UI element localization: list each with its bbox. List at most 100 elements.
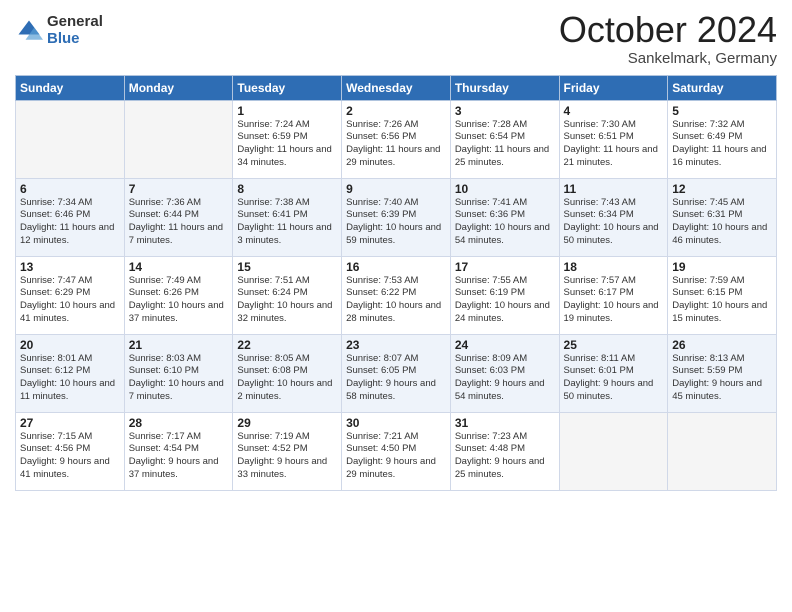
day-info: Sunrise: 7:30 AMSunset: 6:51 PMDaylight:… (564, 119, 664, 170)
day-info: Sunrise: 7:26 AMSunset: 6:56 PMDaylight:… (346, 119, 446, 170)
day-info: Sunrise: 8:05 AMSunset: 6:08 PMDaylight:… (237, 353, 337, 404)
logo: General Blue (15, 14, 103, 47)
day-info: Sunrise: 7:23 AMSunset: 4:48 PMDaylight:… (455, 431, 555, 482)
day-number: 30 (346, 416, 446, 430)
calendar-table: SundayMondayTuesdayWednesdayThursdayFrid… (15, 75, 777, 491)
calendar-subtitle: Sankelmark, Germany (559, 50, 777, 67)
day-number: 9 (346, 182, 446, 196)
header-day-tuesday: Tuesday (233, 75, 342, 100)
day-number: 15 (237, 260, 337, 274)
day-info: Sunrise: 8:11 AMSunset: 6:01 PMDaylight:… (564, 353, 664, 404)
day-number: 27 (20, 416, 120, 430)
calendar-cell: 18Sunrise: 7:57 AMSunset: 6:17 PMDayligh… (559, 256, 668, 334)
day-number: 19 (672, 260, 772, 274)
day-info: Sunrise: 7:21 AMSunset: 4:50 PMDaylight:… (346, 431, 446, 482)
day-info: Sunrise: 7:15 AMSunset: 4:56 PMDaylight:… (20, 431, 120, 482)
day-info: Sunrise: 7:41 AMSunset: 6:36 PMDaylight:… (455, 197, 555, 248)
calendar-cell: 6Sunrise: 7:34 AMSunset: 6:46 PMDaylight… (16, 178, 125, 256)
day-number: 5 (672, 104, 772, 118)
calendar-cell: 8Sunrise: 7:38 AMSunset: 6:41 PMDaylight… (233, 178, 342, 256)
calendar-cell: 14Sunrise: 7:49 AMSunset: 6:26 PMDayligh… (124, 256, 233, 334)
calendar-cell (668, 412, 777, 490)
day-info: Sunrise: 7:36 AMSunset: 6:44 PMDaylight:… (129, 197, 229, 248)
calendar-cell (16, 100, 125, 178)
calendar-cell: 21Sunrise: 8:03 AMSunset: 6:10 PMDayligh… (124, 334, 233, 412)
day-number: 12 (672, 182, 772, 196)
header-day-sunday: Sunday (16, 75, 125, 100)
calendar-cell: 22Sunrise: 8:05 AMSunset: 6:08 PMDayligh… (233, 334, 342, 412)
day-number: 23 (346, 338, 446, 352)
calendar-cell: 20Sunrise: 8:01 AMSunset: 6:12 PMDayligh… (16, 334, 125, 412)
day-number: 24 (455, 338, 555, 352)
calendar-cell: 29Sunrise: 7:19 AMSunset: 4:52 PMDayligh… (233, 412, 342, 490)
calendar-cell: 27Sunrise: 7:15 AMSunset: 4:56 PMDayligh… (16, 412, 125, 490)
calendar-cell: 26Sunrise: 8:13 AMSunset: 5:59 PMDayligh… (668, 334, 777, 412)
calendar-title: October 2024 (559, 10, 777, 50)
day-number: 14 (129, 260, 229, 274)
day-info: Sunrise: 7:57 AMSunset: 6:17 PMDaylight:… (564, 275, 664, 326)
calendar-cell (559, 412, 668, 490)
calendar-cell: 4Sunrise: 7:30 AMSunset: 6:51 PMDaylight… (559, 100, 668, 178)
calendar-cell: 2Sunrise: 7:26 AMSunset: 6:56 PMDaylight… (342, 100, 451, 178)
calendar-cell: 17Sunrise: 7:55 AMSunset: 6:19 PMDayligh… (450, 256, 559, 334)
day-number: 2 (346, 104, 446, 118)
calendar-cell: 3Sunrise: 7:28 AMSunset: 6:54 PMDaylight… (450, 100, 559, 178)
header-row: SundayMondayTuesdayWednesdayThursdayFrid… (16, 75, 777, 100)
day-number: 16 (346, 260, 446, 274)
day-number: 26 (672, 338, 772, 352)
calendar-cell: 7Sunrise: 7:36 AMSunset: 6:44 PMDaylight… (124, 178, 233, 256)
day-number: 6 (20, 182, 120, 196)
header: General Blue October 2024 Sankelmark, Ge… (15, 10, 777, 67)
calendar-cell: 1Sunrise: 7:24 AMSunset: 6:59 PMDaylight… (233, 100, 342, 178)
header-day-monday: Monday (124, 75, 233, 100)
header-day-wednesday: Wednesday (342, 75, 451, 100)
day-number: 28 (129, 416, 229, 430)
week-row-3: 13Sunrise: 7:47 AMSunset: 6:29 PMDayligh… (16, 256, 777, 334)
week-row-4: 20Sunrise: 8:01 AMSunset: 6:12 PMDayligh… (16, 334, 777, 412)
day-number: 25 (564, 338, 664, 352)
day-info: Sunrise: 8:09 AMSunset: 6:03 PMDaylight:… (455, 353, 555, 404)
day-number: 10 (455, 182, 555, 196)
calendar-cell (124, 100, 233, 178)
day-number: 21 (129, 338, 229, 352)
day-info: Sunrise: 7:47 AMSunset: 6:29 PMDaylight:… (20, 275, 120, 326)
day-info: Sunrise: 7:53 AMSunset: 6:22 PMDaylight:… (346, 275, 446, 326)
calendar-page: General Blue October 2024 Sankelmark, Ge… (0, 0, 792, 612)
header-day-thursday: Thursday (450, 75, 559, 100)
day-info: Sunrise: 7:59 AMSunset: 6:15 PMDaylight:… (672, 275, 772, 326)
header-day-saturday: Saturday (668, 75, 777, 100)
calendar-cell: 5Sunrise: 7:32 AMSunset: 6:49 PMDaylight… (668, 100, 777, 178)
day-info: Sunrise: 7:19 AMSunset: 4:52 PMDaylight:… (237, 431, 337, 482)
day-number: 17 (455, 260, 555, 274)
calendar-cell: 24Sunrise: 8:09 AMSunset: 6:03 PMDayligh… (450, 334, 559, 412)
day-info: Sunrise: 8:13 AMSunset: 5:59 PMDaylight:… (672, 353, 772, 404)
day-info: Sunrise: 7:28 AMSunset: 6:54 PMDaylight:… (455, 119, 555, 170)
calendar-cell: 28Sunrise: 7:17 AMSunset: 4:54 PMDayligh… (124, 412, 233, 490)
logo-general: General (47, 14, 103, 31)
calendar-cell: 30Sunrise: 7:21 AMSunset: 4:50 PMDayligh… (342, 412, 451, 490)
day-number: 11 (564, 182, 664, 196)
calendar-cell: 10Sunrise: 7:41 AMSunset: 6:36 PMDayligh… (450, 178, 559, 256)
day-info: Sunrise: 7:24 AMSunset: 6:59 PMDaylight:… (237, 119, 337, 170)
calendar-cell: 13Sunrise: 7:47 AMSunset: 6:29 PMDayligh… (16, 256, 125, 334)
logo-text: General Blue (47, 14, 103, 47)
week-row-1: 1Sunrise: 7:24 AMSunset: 6:59 PMDaylight… (16, 100, 777, 178)
day-number: 7 (129, 182, 229, 196)
calendar-cell: 23Sunrise: 8:07 AMSunset: 6:05 PMDayligh… (342, 334, 451, 412)
calendar-cell: 19Sunrise: 7:59 AMSunset: 6:15 PMDayligh… (668, 256, 777, 334)
day-number: 3 (455, 104, 555, 118)
day-number: 13 (20, 260, 120, 274)
day-info: Sunrise: 7:38 AMSunset: 6:41 PMDaylight:… (237, 197, 337, 248)
day-info: Sunrise: 8:01 AMSunset: 6:12 PMDaylight:… (20, 353, 120, 404)
day-number: 22 (237, 338, 337, 352)
day-number: 20 (20, 338, 120, 352)
calendar-cell: 15Sunrise: 7:51 AMSunset: 6:24 PMDayligh… (233, 256, 342, 334)
day-info: Sunrise: 7:45 AMSunset: 6:31 PMDaylight:… (672, 197, 772, 248)
calendar-cell: 25Sunrise: 8:11 AMSunset: 6:01 PMDayligh… (559, 334, 668, 412)
day-info: Sunrise: 8:03 AMSunset: 6:10 PMDaylight:… (129, 353, 229, 404)
day-info: Sunrise: 7:40 AMSunset: 6:39 PMDaylight:… (346, 197, 446, 248)
title-block: October 2024 Sankelmark, Germany (559, 10, 777, 67)
day-info: Sunrise: 7:51 AMSunset: 6:24 PMDaylight:… (237, 275, 337, 326)
calendar-cell: 16Sunrise: 7:53 AMSunset: 6:22 PMDayligh… (342, 256, 451, 334)
logo-blue: Blue (47, 31, 103, 48)
